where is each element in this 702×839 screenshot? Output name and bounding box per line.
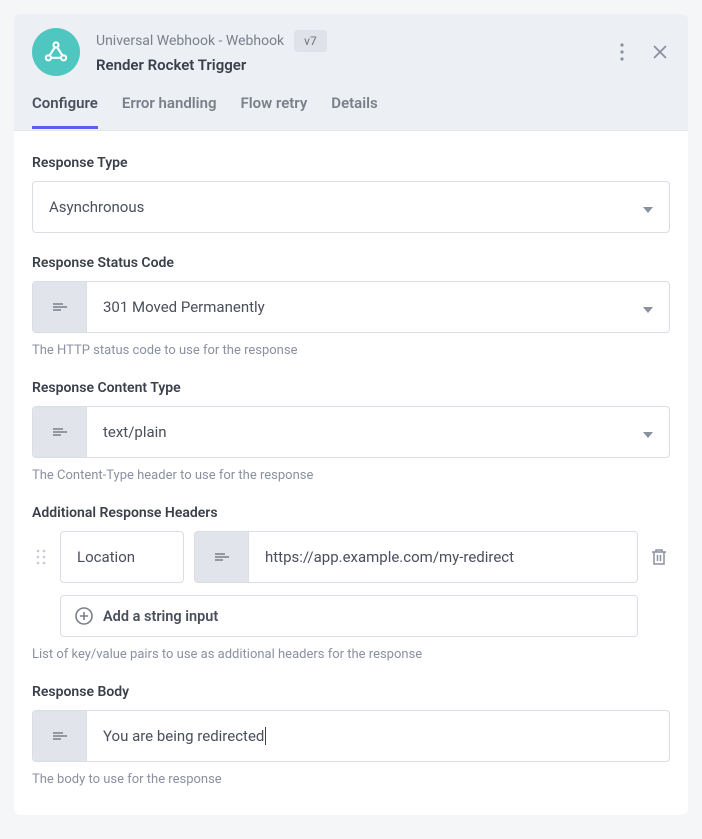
content-type-value: text/plain: [103, 423, 167, 441]
status-code-help: The HTTP status code to use for the resp…: [32, 343, 670, 358]
content-type-help: The Content-Type header to use for the r…: [32, 468, 670, 483]
additional-headers-help: List of key/value pairs to use as additi…: [32, 647, 670, 662]
header-row: Location https://app.example.com/my-redi…: [32, 531, 670, 583]
response-type-value: Asynchronous: [49, 198, 144, 216]
text-prefix-icon: [33, 711, 87, 761]
status-code-label: Response Status Code: [32, 255, 670, 271]
chevron-down-icon: [643, 198, 653, 217]
trigger-config-panel: Universal Webhook - Webhook v7 Render Ro…: [14, 14, 688, 815]
header-subtitle: Universal Webhook - Webhook: [96, 33, 284, 49]
additional-headers-label: Additional Response Headers: [32, 505, 670, 521]
tab-error-handling[interactable]: Error handling: [122, 94, 217, 129]
header-key-input[interactable]: Location: [60, 531, 184, 583]
header-value-text: https://app.example.com/my-redirect: [249, 532, 637, 582]
close-icon[interactable]: [650, 42, 670, 62]
header-title: Render Rocket Trigger: [96, 56, 612, 74]
chevron-down-icon: [643, 423, 653, 442]
status-code-value: 301 Moved Permanently: [103, 298, 265, 316]
response-body-label: Response Body: [32, 684, 670, 700]
form-area: Response Type Asynchronous Response Stat…: [14, 130, 688, 815]
add-header-label: Add a string input: [103, 608, 218, 625]
content-type-label: Response Content Type: [32, 380, 670, 396]
header-value-input[interactable]: https://app.example.com/my-redirect: [194, 531, 638, 583]
text-prefix-icon: [195, 532, 249, 582]
panel-header: Universal Webhook - Webhook v7 Render Ro…: [14, 14, 688, 76]
status-code-select[interactable]: 301 Moved Permanently: [32, 281, 670, 333]
response-type-select[interactable]: Asynchronous: [32, 181, 670, 233]
response-type-label: Response Type: [32, 155, 670, 171]
plus-circle-icon: [75, 607, 93, 625]
add-header-button[interactable]: Add a string input: [60, 595, 638, 637]
tab-flow-retry[interactable]: Flow retry: [241, 94, 308, 129]
chevron-down-icon: [643, 298, 653, 317]
drag-handle-icon[interactable]: [32, 548, 50, 566]
tabs: Configure Error handling Flow retry Deta…: [14, 76, 688, 130]
response-body-value: You are being redirected: [103, 727, 266, 745]
version-badge: v7: [294, 30, 327, 52]
more-options-icon[interactable]: [612, 42, 632, 62]
tab-configure[interactable]: Configure: [32, 94, 98, 129]
delete-row-icon[interactable]: [648, 548, 670, 566]
header-key-value: Location: [77, 548, 135, 566]
tab-details[interactable]: Details: [331, 94, 377, 129]
response-body-help: The body to use for the response: [32, 772, 670, 787]
response-body-input[interactable]: You are being redirected: [32, 710, 670, 762]
webhook-icon: [32, 28, 80, 76]
text-prefix-icon: [33, 282, 87, 332]
text-prefix-icon: [33, 407, 87, 457]
content-type-select[interactable]: text/plain: [32, 406, 670, 458]
